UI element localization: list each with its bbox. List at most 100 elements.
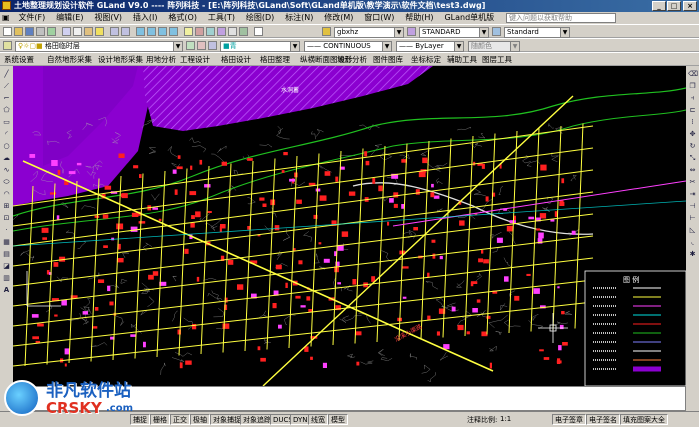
- print-icon[interactable]: [36, 27, 45, 36]
- design-center-icon[interactable]: [195, 27, 204, 36]
- text-style-select[interactable]: gbxhz ▼: [334, 27, 404, 38]
- plot-style-select[interactable]: 随颜色 ▼: [468, 41, 520, 52]
- stretch-icon[interactable]: ⇔: [688, 166, 697, 175]
- menu-edit[interactable]: 编辑(E): [52, 12, 87, 24]
- menu-draw[interactable]: 绘图(D): [242, 12, 278, 24]
- toggle-polar[interactable]: 极轴: [190, 414, 210, 425]
- tab-field-design[interactable]: 格田设计: [221, 54, 251, 65]
- explode-icon[interactable]: ✱: [688, 250, 697, 259]
- table-style-select[interactable]: Standard ▼: [504, 27, 570, 38]
- calculator-icon[interactable]: [239, 27, 248, 36]
- tab-map-library[interactable]: 图件图库: [373, 54, 403, 65]
- join-icon[interactable]: ⊢: [688, 214, 697, 223]
- offset-icon[interactable]: ⊏: [688, 106, 697, 115]
- chamfer-icon[interactable]: ◺: [688, 226, 697, 235]
- annotation-scale-value[interactable]: 1:1: [500, 415, 511, 423]
- make-current-icon[interactable]: [186, 41, 195, 50]
- mirror-icon[interactable]: ⫞: [688, 94, 697, 103]
- extend-icon[interactable]: ⇥: [688, 190, 697, 199]
- menu-file[interactable]: 文件(F): [14, 12, 49, 24]
- gradient-icon[interactable]: ▤: [2, 250, 11, 259]
- markup-icon[interactable]: [228, 27, 237, 36]
- line-icon[interactable]: ╱: [2, 70, 11, 79]
- properties-icon[interactable]: [184, 27, 193, 36]
- minimize-button[interactable]: _: [652, 1, 666, 11]
- maximize-button[interactable]: □: [667, 1, 681, 11]
- tab-aux-tools[interactable]: 辅助工具: [447, 54, 477, 65]
- make-block-icon[interactable]: ⊡: [2, 214, 11, 223]
- tab-field-arrange[interactable]: 格田整理: [260, 54, 290, 65]
- redo-icon[interactable]: [121, 27, 130, 36]
- tab-terrain-analysis[interactable]: 地形分析: [337, 54, 367, 65]
- polyline-icon[interactable]: ⌐: [2, 94, 11, 103]
- new-icon[interactable]: [3, 27, 12, 36]
- menu-tools[interactable]: 工具(T): [204, 12, 239, 24]
- open-icon[interactable]: [14, 27, 23, 36]
- fillet-icon[interactable]: ◟: [688, 238, 697, 247]
- layer-states-icon[interactable]: [208, 41, 217, 50]
- multiline-text-icon[interactable]: A: [2, 286, 11, 295]
- toggle-osnap[interactable]: 对象捕捉: [210, 414, 244, 425]
- menu-view[interactable]: 视图(V): [90, 12, 126, 24]
- layer-previous-icon[interactable]: [197, 41, 206, 50]
- tool-palettes-icon[interactable]: [206, 27, 215, 36]
- tab-system-settings[interactable]: 系统设置: [4, 54, 34, 65]
- table-icon[interactable]: ▥: [2, 274, 11, 283]
- tab-engineering[interactable]: 工程设计: [180, 54, 210, 65]
- construction-line-icon[interactable]: ⟋: [2, 82, 11, 91]
- rotate-icon[interactable]: ↻: [688, 142, 697, 151]
- zoom-previous-icon[interactable]: [169, 27, 178, 36]
- help-search-input[interactable]: 键入问题以获取帮助: [506, 13, 616, 23]
- hatch-library-button[interactable]: 填充图案大全: [620, 414, 668, 425]
- hatch-icon[interactable]: ▦: [2, 238, 11, 247]
- ellipse-icon[interactable]: ⬭: [2, 178, 11, 187]
- menu-modify[interactable]: 修改(M): [320, 12, 357, 24]
- layer-select[interactable]: ♀☼▢■ 格田临时层 ▼: [15, 41, 183, 52]
- pan-icon[interactable]: [136, 27, 145, 36]
- layer-manager-icon[interactable]: [3, 41, 12, 50]
- tab-coordinate[interactable]: 坐标标定: [411, 54, 441, 65]
- linetype-select[interactable]: —— CONTINUOUS ▼: [304, 41, 392, 52]
- menu-dimension[interactable]: 标注(N): [281, 12, 317, 24]
- menu-format[interactable]: 格式(O): [164, 12, 201, 24]
- save-icon[interactable]: [25, 27, 34, 36]
- arc-icon[interactable]: ◜: [2, 130, 11, 139]
- menu-gland[interactable]: GLand单机版: [440, 12, 498, 24]
- e-seal-button[interactable]: 电子签章: [552, 414, 586, 425]
- e-signature-button[interactable]: 电子签名: [586, 414, 620, 425]
- tab-land-use[interactable]: 用地分析: [146, 54, 176, 65]
- tab-natural-terrain[interactable]: 自然地形采集: [47, 54, 92, 65]
- break-icon[interactable]: ⊣: [688, 202, 697, 211]
- insert-block-icon[interactable]: ⊞: [2, 202, 11, 211]
- color-select[interactable]: ■青 ▼: [220, 41, 300, 52]
- circle-icon[interactable]: ○: [2, 142, 11, 151]
- toggle-otrack[interactable]: 对象追踪: [240, 414, 274, 425]
- menu-window[interactable]: 窗口(W): [360, 12, 398, 24]
- tab-layer-tools[interactable]: 图层工具: [482, 54, 512, 65]
- zoom-window-icon[interactable]: [158, 27, 167, 36]
- toggle-ortho[interactable]: 正交: [170, 414, 190, 425]
- drawing-canvas[interactable]: 图 例 水洞蓄 沿溪小渠路: [13, 66, 686, 386]
- erase-icon[interactable]: ⌫: [688, 70, 698, 79]
- menu-help[interactable]: 帮助(H): [401, 12, 437, 24]
- lineweight-select[interactable]: —— ByLayer ▼: [396, 41, 464, 52]
- polygon-icon[interactable]: ⬠: [2, 106, 11, 115]
- toggle-lineweight[interactable]: 线宽: [308, 414, 328, 425]
- rectangle-icon[interactable]: ▭: [2, 118, 11, 127]
- close-button[interactable]: ×: [683, 1, 697, 11]
- ellipse-arc-icon[interactable]: ◠: [2, 190, 11, 199]
- dim-style-select[interactable]: STANDARD ▼: [419, 27, 489, 38]
- zoom-realtime-icon[interactable]: [147, 27, 156, 36]
- region-icon[interactable]: ◪: [2, 262, 11, 271]
- undo-icon[interactable]: [110, 27, 119, 36]
- copy-icon[interactable]: [73, 27, 82, 36]
- menu-insert[interactable]: 插入(I): [129, 12, 162, 24]
- copy-object-icon[interactable]: ❐: [688, 82, 697, 91]
- toggle-model[interactable]: 模型: [328, 414, 348, 425]
- help-icon[interactable]: [254, 27, 263, 36]
- doc-icon[interactable]: ▣: [0, 12, 12, 24]
- move-icon[interactable]: ✥: [688, 130, 697, 139]
- paste-icon[interactable]: [84, 27, 93, 36]
- sheet-set-icon[interactable]: [217, 27, 226, 36]
- match-prop-icon[interactable]: [95, 27, 104, 36]
